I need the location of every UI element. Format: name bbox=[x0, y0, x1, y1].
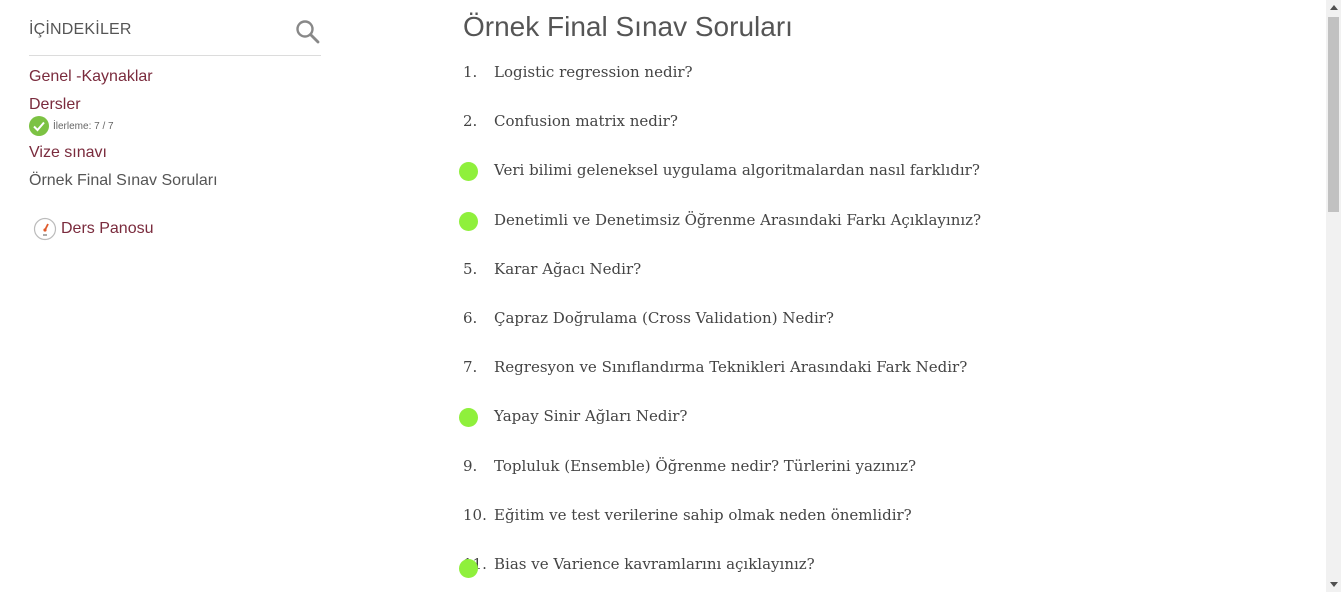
question-text: Çapraz Doğrulama (Cross Validation) Nedi… bbox=[494, 308, 834, 327]
toc-list: Genel -Kaynaklar Dersler İlerleme: 7 / 7… bbox=[29, 67, 321, 191]
question-text: Bias ve Varience kavramlarını açıklayını… bbox=[494, 554, 815, 573]
question-text: Regresyon ve Sınıflandırma Teknikleri Ar… bbox=[494, 358, 968, 377]
scroll-up-arrow-icon[interactable] bbox=[1326, 0, 1341, 15]
highlight-marker bbox=[459, 211, 478, 231]
question-text: Topluluk (Ensemble) Öğrenme nedir? Türle… bbox=[494, 456, 917, 475]
question-text: Logistic regression nedir? bbox=[494, 63, 693, 81]
check-circle-icon bbox=[29, 116, 49, 136]
question-number: 9. bbox=[463, 456, 478, 475]
question-number: 6. bbox=[463, 308, 478, 327]
scroll-down-arrow-icon[interactable] bbox=[1326, 577, 1341, 592]
toc-item-genel-kaynaklar[interactable]: Genel -Kaynaklar bbox=[29, 67, 321, 87]
highlight-marker bbox=[459, 558, 478, 578]
question-number: 7. bbox=[463, 358, 478, 377]
table-of-contents: İÇİNDEKİLER Genel -Kaynaklar Dersler İle… bbox=[29, 0, 321, 241]
dashboard-label: Ders Panosu bbox=[61, 220, 154, 237]
question-text: Confusion matrix nedir? bbox=[494, 112, 678, 131]
toc-item-dersler[interactable]: Dersler bbox=[29, 95, 321, 115]
question-text: Yapay Sinir Ağları Nedir? bbox=[494, 407, 688, 426]
question-text: Veri bilimi geleneksel uygulama algoritm… bbox=[494, 161, 980, 180]
vertical-scrollbar[interactable] bbox=[1326, 0, 1341, 592]
toc-item-ornek-final[interactable]: Örnek Final Sınav Soruları bbox=[29, 171, 321, 191]
progress-indicator: İlerleme: 7 / 7 bbox=[29, 116, 321, 136]
question-text: Eğitim ve test verilerine sahip olmak ne… bbox=[494, 505, 912, 524]
page-title: Örnek Final Sınav Soruları bbox=[463, 11, 793, 42]
scrollbar-thumb[interactable] bbox=[1328, 17, 1339, 212]
question-number: 1. bbox=[463, 63, 478, 81]
question-text: Denetimli ve Denetimsiz Öğrenme Arasında… bbox=[494, 210, 982, 229]
toc-header: İÇİNDEKİLER bbox=[29, 0, 321, 56]
gauge-icon bbox=[33, 217, 57, 241]
toc-title: İÇİNDEKİLER bbox=[29, 21, 132, 38]
course-dashboard-link[interactable]: Ders Panosu bbox=[33, 217, 154, 241]
question-number: 5. bbox=[463, 259, 478, 278]
toc-item-vize-sinavi[interactable]: Vize sınavı bbox=[29, 143, 321, 163]
question-number: 10. bbox=[463, 505, 487, 524]
question-text: Karar Ağacı Nedir? bbox=[494, 259, 642, 278]
progress-text: İlerleme: 7 / 7 bbox=[53, 120, 114, 132]
search-icon[interactable] bbox=[295, 19, 321, 45]
question-number: 2. bbox=[463, 112, 478, 131]
